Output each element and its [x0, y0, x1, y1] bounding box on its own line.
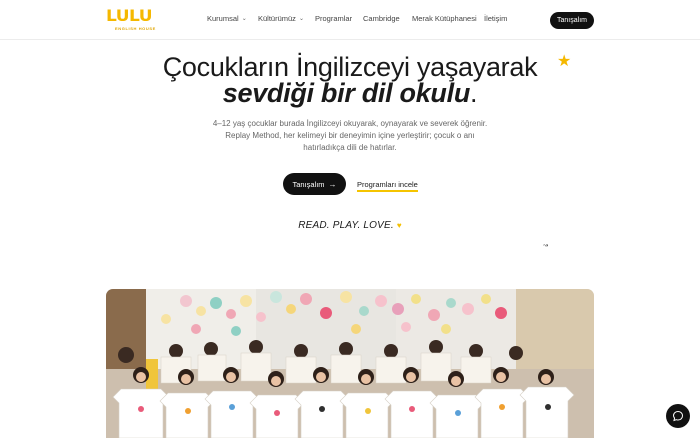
- hero-primary-button-label: Tanışalım: [292, 179, 325, 189]
- chat-bubble-icon: [672, 410, 684, 422]
- menu-item-label: Kurumsal: [207, 14, 239, 23]
- hero-title-emphasis: sevdiği bir dil okulu: [222, 78, 471, 108]
- chat-button[interactable]: [666, 404, 690, 428]
- menu-item-label: İletişim: [484, 14, 508, 23]
- children-with-tshirts-image: [106, 289, 594, 438]
- hero-primary-button[interactable]: Tanışalım →: [283, 173, 346, 195]
- menu-item-merak-kutuphanesi[interactable]: Merak Kütüphanesi: [412, 14, 484, 23]
- menu-item-label: Programlar: [315, 14, 353, 23]
- hero-title-suffix: .: [470, 78, 478, 108]
- chevron-down-icon: ⌄: [241, 16, 247, 22]
- star-icon: ★: [557, 53, 572, 70]
- menu-item-programlar[interactable]: Programlar: [315, 14, 363, 23]
- arrow-right-icon: →: [328, 179, 337, 189]
- top-navigation: LULU ENGLISH HOUSE Kurumsal ⌄ Kültürümüz…: [0, 0, 700, 40]
- hero-title-line2: sevdiği bir dil okulu.: [0, 78, 700, 109]
- menu-item-label: Kültürümüz: [258, 14, 296, 23]
- menu-item-kulturumuz[interactable]: Kültürümüz ⌄: [258, 14, 315, 23]
- menu-item-label: Merak Kütüphanesi: [412, 14, 477, 23]
- slogan-text: READ. PLAY. LOVE.: [298, 220, 394, 231]
- hero-description: 4–12 yaş çocuklar burada İngilizceyi oku…: [212, 119, 488, 152]
- menu-item-label: Cambridge: [363, 14, 400, 23]
- scroll-arrow-icon: ↝: [543, 243, 549, 249]
- nav-cta-button[interactable]: Tanışalım: [550, 12, 594, 29]
- logo-subtitle: ENGLISH HOUSE: [115, 26, 156, 31]
- main-menu: Kurumsal ⌄ Kültürümüz ⌄ Programlar Cambr…: [207, 14, 507, 23]
- yellow-heart-icon: ♥: [396, 221, 402, 230]
- menu-item-cambridge[interactable]: Cambridge: [363, 14, 412, 23]
- chevron-down-icon: ⌄: [298, 16, 304, 22]
- logo-wordmark: LULU: [106, 7, 153, 26]
- hero-slogan: READ. PLAY. LOVE. ♥: [0, 220, 700, 231]
- brand-logo[interactable]: LULU ENGLISH HOUSE: [106, 9, 164, 31]
- menu-item-kurumsal[interactable]: Kurumsal ⌄: [207, 14, 258, 23]
- programs-link[interactable]: Programları incele: [357, 180, 418, 192]
- hero-photo: [106, 289, 594, 438]
- menu-item-iletisim[interactable]: İletişim: [484, 14, 507, 23]
